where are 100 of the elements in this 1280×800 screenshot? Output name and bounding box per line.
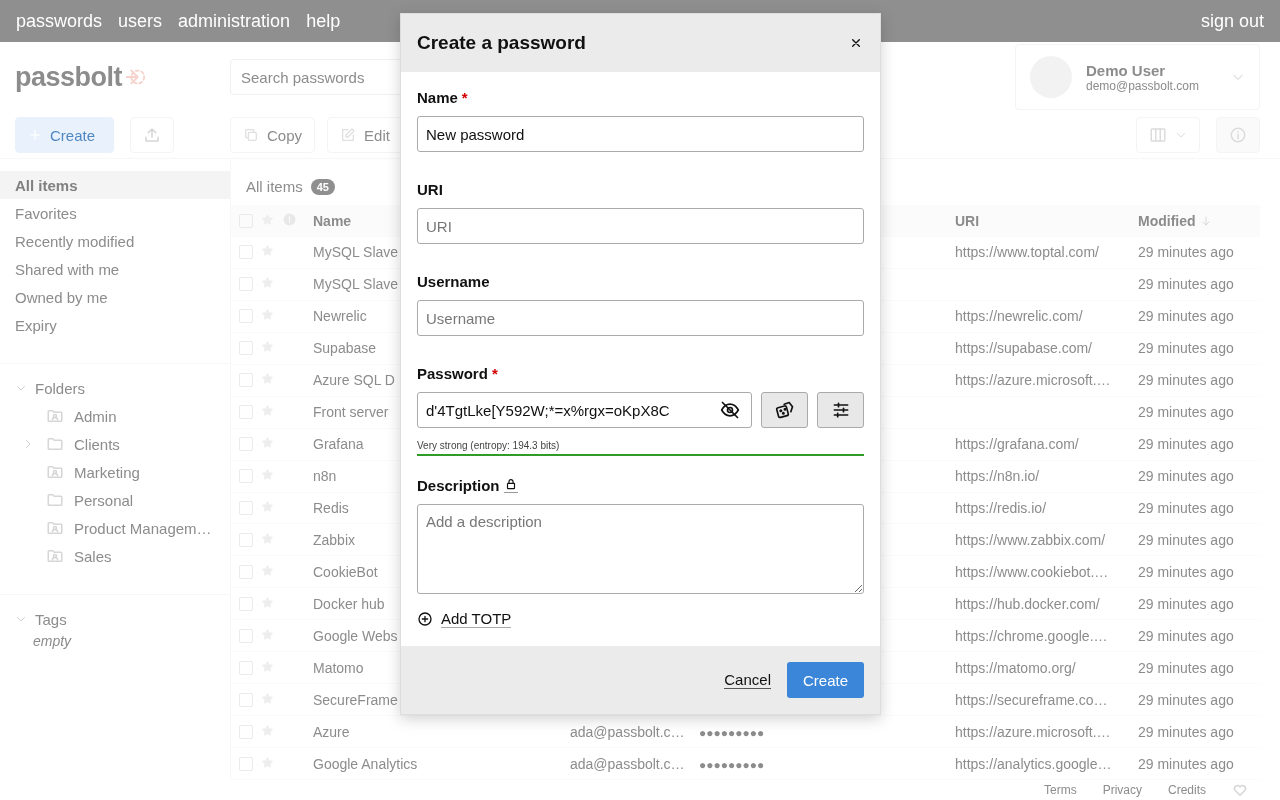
user-name: Demo User	[1086, 61, 1167, 79]
table-cell: https://azure.microsoft.…	[955, 372, 1111, 389]
filter-item[interactable]: All items	[0, 171, 230, 199]
folder-item[interactable]: Admin	[74, 407, 117, 425]
filter-item[interactable]: Shared with me	[0, 255, 230, 283]
table-cell: https://www.zabbix.com/	[955, 531, 1106, 548]
table-cell: ●●●●●●●●●	[699, 757, 765, 772]
dialog-title: Create a password	[417, 32, 586, 54]
table-cell: Azure	[313, 723, 350, 740]
folder-icon	[46, 491, 64, 509]
filter-item[interactable]: Owned by me	[0, 283, 230, 311]
table-cell: 29 minutes ago	[1138, 627, 1234, 644]
table-cell: Supabase	[313, 340, 377, 357]
table-cell: https://www.cookiebot.…	[955, 563, 1109, 580]
table-cell: Newrelic	[313, 308, 367, 325]
table-cell: Docker hub	[313, 595, 385, 612]
user-card[interactable]: Demo User demo@passbolt.com	[1015, 44, 1260, 110]
input-field[interactable]: New password	[417, 116, 864, 152]
info-icon	[1229, 126, 1247, 144]
table-cell: ada@passbolt.c…	[570, 755, 685, 772]
create-button[interactable]: Create	[15, 117, 114, 153]
shared-folder-icon	[46, 519, 64, 537]
table-cell: MySQL Slave	[313, 244, 399, 261]
tags-heading[interactable]: Tags	[35, 610, 67, 628]
user-email: demo@passbolt.com	[1086, 78, 1200, 93]
copy-button[interactable]: Copy	[230, 117, 316, 153]
shared-folder-icon	[46, 407, 64, 425]
info-button[interactable]	[1216, 117, 1260, 153]
logo-text: passbolt	[15, 61, 123, 93]
columns-icon	[1149, 126, 1167, 144]
folder-item[interactable]: Personal	[74, 491, 134, 509]
shared-folder-icon	[46, 463, 64, 481]
column-header[interactable]: Modified	[1138, 212, 1196, 229]
folders-heading[interactable]: Folders	[35, 379, 86, 397]
folder-item[interactable]: Clients	[74, 435, 120, 453]
column-header[interactable]: URI	[947, 212, 1130, 229]
columns-button[interactable]	[1136, 117, 1200, 153]
edit-button[interactable]: Edit	[327, 117, 403, 153]
empty-text: empty	[32, 633, 73, 649]
upload-icon	[143, 126, 161, 144]
table-cell: n8n	[313, 468, 337, 485]
folder-icon	[46, 435, 64, 453]
field-label: Username	[417, 272, 490, 290]
strength-text: Very strong (entropy: 194.3 bits)	[417, 440, 561, 451]
table-cell: Azure SQL D	[313, 372, 395, 389]
folder-item[interactable]: Product Managem…	[74, 519, 212, 537]
table-cell: 29 minutes ago	[1138, 436, 1234, 453]
nav-link[interactable]: passwords	[16, 10, 103, 32]
filter-item[interactable]: Favorites	[0, 199, 230, 227]
table-cell: Matomo	[313, 659, 364, 676]
cancel-button[interactable]: Cancel	[724, 671, 771, 689]
table-cell: Google Webs	[313, 627, 398, 644]
nav-link[interactable]: help	[306, 10, 341, 32]
table-cell: https://hub.docker.com/	[955, 595, 1100, 612]
nav-link[interactable]: administration	[178, 10, 291, 32]
dice-icon	[774, 400, 795, 420]
table-cell: https://analytics.google…	[955, 755, 1112, 772]
field-label: Password	[417, 364, 488, 382]
hide-password-button[interactable]	[720, 400, 740, 420]
folder-item[interactable]: Marketing	[74, 463, 140, 481]
table-cell: https://n8n.io/	[955, 468, 1040, 485]
footer-link[interactable]: Terms	[1043, 783, 1077, 797]
table-cell: https://supabase.com/	[955, 340, 1092, 357]
table-cell: 29 minutes ago	[1138, 691, 1234, 708]
table-cell: https://www.toptal.com/	[955, 244, 1099, 261]
generate-button[interactable]	[761, 392, 808, 428]
table-cell: https://chrome.google.…	[955, 627, 1108, 644]
table-cell: https://newrelic.com/	[955, 308, 1083, 325]
table-cell: 29 minutes ago	[1138, 340, 1234, 357]
table-cell: 29 minutes ago	[1138, 595, 1234, 612]
table-cell: https://grafana.com/	[955, 436, 1079, 453]
add-totp-link[interactable]: Add TOTP	[441, 610, 512, 628]
description-field[interactable]: Add a description	[417, 504, 864, 594]
upload-button[interactable]	[130, 117, 174, 153]
table-cell: MySQL Slave	[313, 276, 399, 293]
table-cell: 29 minutes ago	[1138, 404, 1234, 421]
filter-item[interactable]: Recently modified	[0, 227, 230, 255]
table-cell: 29 minutes ago	[1138, 244, 1234, 261]
input-field[interactable]: URI	[417, 208, 864, 244]
nav-link[interactable]: users	[118, 10, 163, 32]
table-cell: 29 minutes ago	[1138, 276, 1234, 293]
footer-link[interactable]: Credits	[1168, 783, 1206, 797]
required-mark: *	[491, 364, 498, 382]
heart-icon	[1232, 782, 1248, 798]
copy-icon	[243, 127, 259, 143]
table-cell: 29 minutes ago	[1138, 500, 1234, 516]
password-field[interactable]: d'4TgtLke[Y592W;*=x%rgx=oKpX8C	[417, 392, 752, 428]
input-field[interactable]: Username	[417, 300, 864, 336]
folder-item[interactable]: Sales	[74, 547, 112, 565]
filter-item[interactable]: Expiry	[0, 311, 230, 339]
table-cell: https://azure.microsoft.…	[955, 723, 1111, 740]
shared-folder-icon	[46, 547, 64, 565]
create-button[interactable]: Create	[786, 662, 864, 698]
footer-link[interactable]: Privacy	[1102, 783, 1142, 797]
table-cell: https://redis.io/	[955, 500, 1047, 516]
settings-button[interactable]	[817, 392, 864, 428]
table-cell: 29 minutes ago	[1138, 723, 1234, 740]
edit-icon	[340, 127, 357, 143]
sign-out-link[interactable]: sign out	[1200, 10, 1264, 32]
field-label: URI	[417, 180, 443, 198]
